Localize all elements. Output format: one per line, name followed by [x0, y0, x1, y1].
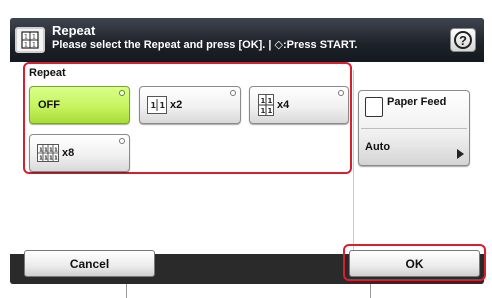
svg-text:1: 1 [268, 97, 273, 105]
bezel-divider-left [126, 283, 127, 298]
repeat-off-label: OFF [38, 99, 60, 111]
svg-text:1: 1 [160, 101, 166, 110]
svg-text:1: 1 [44, 148, 48, 154]
svg-text:1: 1 [151, 101, 157, 110]
svg-text:1: 1 [24, 34, 28, 41]
svg-text:1: 1 [261, 97, 266, 105]
help-icon: ? [454, 31, 472, 49]
svg-text:1: 1 [268, 107, 273, 115]
repeat-x8-button[interactable]: 1 1 1 1 1 1 1 1 x8 [29, 134, 130, 172]
paper-feed-divider [361, 128, 467, 129]
svg-text:1: 1 [24, 42, 28, 49]
paper-feed-button[interactable]: Paper Feed Auto [358, 90, 470, 166]
selection-indicator-icon [119, 138, 125, 144]
help-button[interactable]: ? [450, 28, 476, 52]
selection-indicator-icon [230, 90, 236, 96]
svg-text:1: 1 [32, 34, 36, 41]
svg-text:1: 1 [54, 156, 58, 162]
content-divider [353, 70, 354, 252]
selection-indicator-icon [338, 90, 344, 96]
repeat-x4-icon: 1 1 1 1 [258, 94, 274, 116]
svg-text:1: 1 [44, 156, 48, 162]
cancel-button[interactable]: Cancel [24, 250, 155, 277]
svg-text:1: 1 [261, 107, 266, 115]
repeat-x8-label: x8 [62, 147, 75, 159]
repeat-icon: 1 1 1 1 [15, 27, 45, 53]
ok-button[interactable]: OK [349, 250, 480, 277]
title-text: Repeat Please select the Repeat and pres… [52, 23, 357, 53]
svg-text:1: 1 [54, 148, 58, 154]
paper-feed-value: Auto [365, 141, 391, 153]
repeat-off-button[interactable]: OFF [29, 86, 130, 124]
svg-text:1: 1 [39, 148, 43, 154]
arrow-right-icon [457, 149, 464, 159]
svg-text:1: 1 [32, 42, 36, 49]
repeat-group-label: Repeat [29, 67, 66, 79]
repeat-x2-label: x2 [170, 99, 183, 111]
page-title: Repeat [52, 23, 96, 38]
svg-text:1: 1 [49, 148, 53, 154]
paper-feed-label: Paper Feed [387, 96, 447, 108]
selection-indicator-icon [119, 90, 125, 96]
svg-text:1: 1 [39, 156, 43, 162]
bezel-divider-right [370, 283, 371, 298]
repeat-x2-button[interactable]: 1 1 x2 [139, 86, 241, 124]
title-bar: 1 1 1 1 Repeat Please select the Repeat … [10, 18, 484, 62]
repeat-x4-button[interactable]: 1 1 1 1 x4 [249, 86, 349, 124]
svg-text:1: 1 [49, 156, 53, 162]
instruction-text: Please select the Repeat and press [OK].… [52, 39, 358, 51]
paper-icon [365, 97, 383, 117]
repeat-x2-icon: 1 1 [147, 96, 167, 114]
repeat-x8-icon: 1 1 1 1 1 1 1 1 [37, 144, 59, 162]
repeat-x4-label: x4 [277, 99, 290, 111]
